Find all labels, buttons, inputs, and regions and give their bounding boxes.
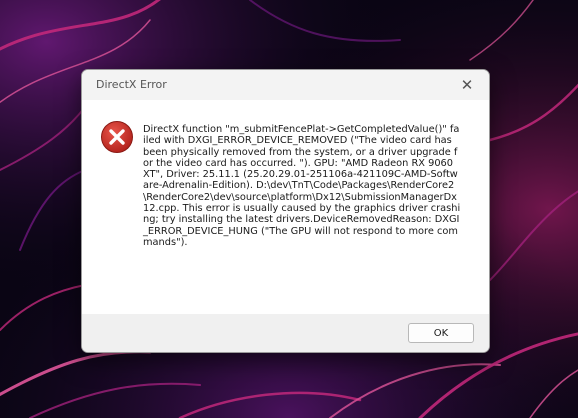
close-icon: ✕ [460, 76, 474, 94]
close-button[interactable]: ✕ [445, 70, 489, 100]
error-icon [101, 121, 133, 153]
dialog-title: DirectX Error [96, 78, 167, 91]
ok-button[interactable]: OK [408, 323, 474, 343]
dialog-content: DirectX function "m_submitFencePlat->Get… [82, 100, 489, 314]
error-message: DirectX function "m_submitFencePlat->Get… [143, 124, 461, 248]
directx-error-dialog: DirectX Error ✕ DirectX function "m_subm… [81, 69, 490, 353]
dialog-titlebar[interactable]: DirectX Error ✕ [82, 70, 489, 100]
dialog-footer: OK [82, 314, 489, 352]
